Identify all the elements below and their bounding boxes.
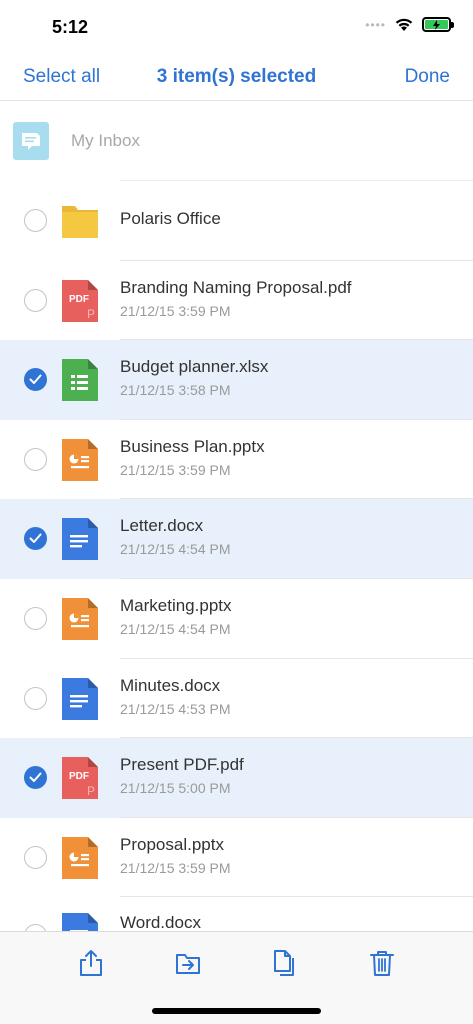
file-date: 21/12/15 3:59 PM xyxy=(120,302,231,319)
move-to-folder-icon[interactable] xyxy=(175,949,201,977)
pdf-badge-text: PDF xyxy=(69,294,89,305)
checkbox-unchecked[interactable] xyxy=(24,845,47,869)
checkbox-checked[interactable] xyxy=(24,368,47,392)
select-all-button[interactable]: Select all xyxy=(23,66,100,88)
file-row[interactable]: Polaris Office xyxy=(0,181,473,261)
file-date: 21/12/15 4:53 PM xyxy=(120,700,231,717)
checkmark-icon xyxy=(29,533,42,544)
file-name: Budget planner.xlsx xyxy=(120,357,269,377)
status-time: 5:12 xyxy=(52,17,89,37)
pptx-file-icon xyxy=(62,597,98,640)
checkbox-checked[interactable] xyxy=(24,527,47,551)
folder-file-icon xyxy=(62,200,98,242)
checkbox-unchecked[interactable] xyxy=(24,209,47,232)
file-name: Branding Naming Proposal.pdf xyxy=(120,277,352,297)
inbox-label: My Inbox xyxy=(71,131,140,150)
pptx-file-icon xyxy=(62,438,98,481)
trash-icon[interactable] xyxy=(369,949,395,977)
share-icon[interactable] xyxy=(78,949,104,977)
done-button[interactable]: Done xyxy=(405,66,450,88)
checkbox-unchecked[interactable] xyxy=(24,606,47,630)
pdf-file-icon: PDF P xyxy=(62,757,98,800)
inbox-row[interactable]: My Inbox xyxy=(0,101,473,181)
file-row[interactable]: Business Plan.pptx 21/12/15 3:59 PM xyxy=(0,420,473,500)
battery-charging-icon xyxy=(422,17,454,32)
svg-text:P: P xyxy=(87,784,95,798)
checkbox-checked[interactable] xyxy=(24,766,47,790)
selection-nav-bar: Select all 3 item(s) selected Done xyxy=(0,54,473,101)
file-row[interactable]: Proposal.pptx 21/12/15 3:59 PM xyxy=(0,818,473,898)
file-row[interactable]: Marketing.pptx 21/12/15 4:54 PM xyxy=(0,579,473,659)
xlsx-file-icon xyxy=(62,359,98,402)
file-name: Polaris Office xyxy=(120,209,221,228)
file-name: Minutes.docx xyxy=(120,675,221,695)
file-row[interactable]: Budget planner.xlsx 21/12/15 3:58 PM xyxy=(0,340,473,420)
file-date: 21/12/15 3:59 PM xyxy=(120,461,231,478)
file-date: 21/12/15 4:54 PM xyxy=(120,541,231,558)
file-name: Marketing.pptx xyxy=(120,595,232,615)
status-icons: •••• xyxy=(365,17,454,32)
file-date: 21/12/15 3:58 PM xyxy=(120,382,231,399)
file-date: 21/12/15 5:00 PM xyxy=(120,780,231,797)
docx-file-icon xyxy=(62,677,98,720)
file-date: 21/12/15 3:59 PM xyxy=(120,859,231,876)
checkbox-unchecked[interactable] xyxy=(24,447,47,471)
svg-text:P: P xyxy=(87,307,95,321)
signal-icon: •••• xyxy=(365,17,386,32)
status-bar: 5:12 •••• xyxy=(0,0,473,54)
checkbox-unchecked[interactable] xyxy=(24,288,47,312)
file-name: Letter.docx xyxy=(120,516,204,536)
checkmark-icon xyxy=(29,374,42,385)
file-row[interactable]: PDF P Branding Naming Proposal.pdf 21/12/15… xyxy=(0,261,473,341)
file-row[interactable]: Letter.docx 21/12/15 4:54 PM xyxy=(0,499,473,579)
pptx-file-icon xyxy=(62,836,98,879)
pdf-file-icon: PDF P xyxy=(62,279,98,322)
file-name: Proposal.pptx xyxy=(120,834,224,854)
file-name: Business Plan.pptx xyxy=(120,436,265,456)
checkbox-unchecked[interactable] xyxy=(24,686,47,710)
file-date: 21/12/15 4:54 PM xyxy=(120,620,231,637)
checkmark-icon xyxy=(29,772,42,783)
file-name: Present PDF.pdf xyxy=(120,755,244,775)
copy-icon[interactable] xyxy=(272,949,298,977)
docx-file-icon xyxy=(62,518,98,561)
file-list: Polaris Office PDF P Branding Naming Propos… xyxy=(0,181,473,977)
file-row[interactable]: Minutes.docx 21/12/15 4:53 PM xyxy=(0,659,473,739)
selection-count-title: 3 item(s) selected xyxy=(156,66,317,87)
inbox-icon xyxy=(13,122,49,160)
home-indicator xyxy=(152,1008,321,1014)
file-row[interactable]: PDF P Present PDF.pdf 21/12/15 5:00 PM xyxy=(0,738,473,818)
wifi-icon xyxy=(395,18,413,31)
pdf-badge-text: PDF xyxy=(69,771,89,782)
